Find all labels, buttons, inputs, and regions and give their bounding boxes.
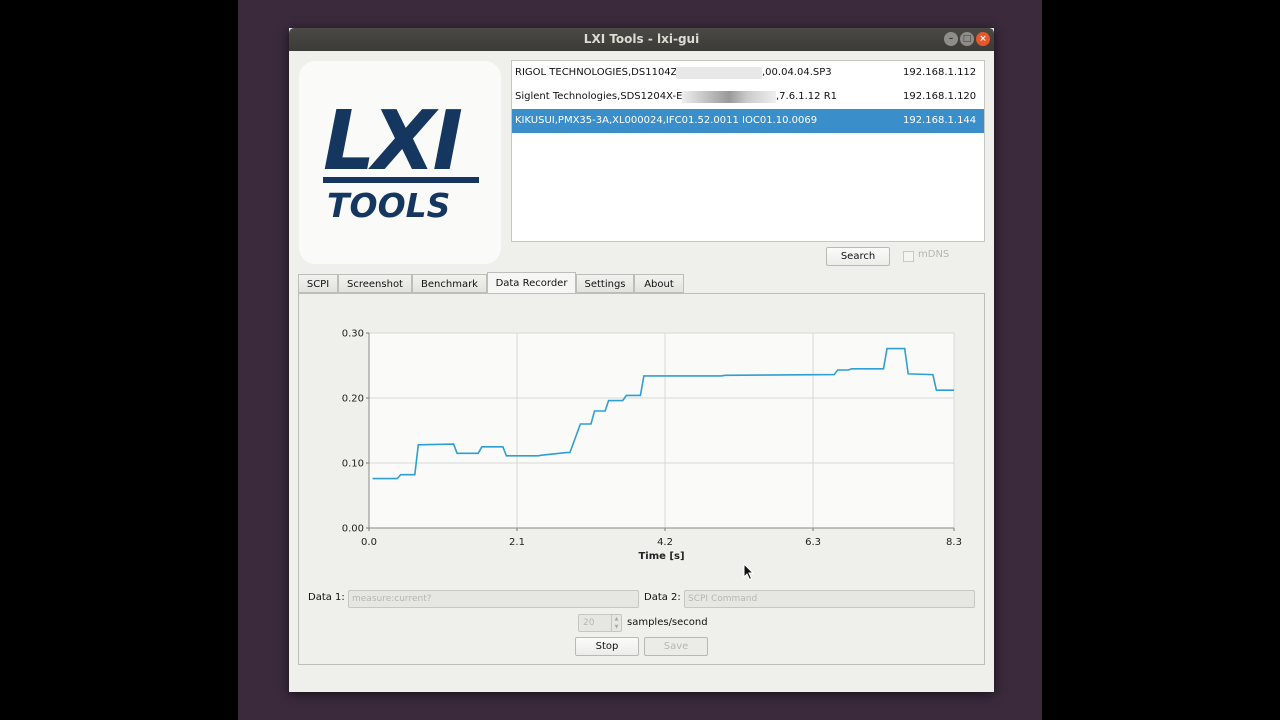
spin-arrows-icon[interactable]: ▲ ▼ [611, 615, 621, 631]
logo-divider [323, 177, 479, 183]
device-name-tail: ,00.04.04.SP3 [762, 67, 832, 78]
logo-lxi-text: LXI [323, 94, 463, 189]
device-ip: 192.168.1.120 [903, 91, 977, 102]
x-tick-label: 4.2 [657, 537, 673, 548]
title-bar[interactable]: LXI Tools - lxi-gui – □ × [289, 28, 994, 51]
tab-about[interactable]: About [634, 274, 684, 293]
sample-rate-value: 20 [583, 618, 595, 628]
window-title: LXI Tools - lxi-gui [583, 32, 700, 46]
device-row[interactable]: RIGOL TECHNOLOGIES,DS1104Z, ,00.04.04.SP… [512, 61, 984, 85]
data1-input[interactable]: measure:current? [348, 590, 639, 608]
tab-benchmark[interactable]: Benchmark [412, 274, 487, 293]
x-tick-label: 8.3 [946, 537, 962, 548]
x-tick-label: 0.0 [361, 537, 377, 548]
tab-data-recorder[interactable]: Data Recorder [487, 272, 576, 294]
logo-tools-text: TOOLS [327, 186, 451, 225]
y-tick-label: 0.00 [342, 524, 364, 535]
mouse-pointer-icon [743, 563, 755, 581]
app-logo: LXI TOOLS [299, 61, 501, 264]
device-name: KIKUSUI,PMX35-3A,XL000024,IFC01.52.0011 … [515, 115, 818, 126]
data2-label: Data 2: [644, 592, 681, 603]
x-axis-label: Time [s] [638, 551, 684, 562]
mdns-label: mDNS [918, 249, 950, 260]
device-name-tail: ,7.6.1.12 R1 [776, 91, 838, 102]
mdns-checkbox[interactable] [903, 251, 914, 262]
device-name: RIGOL TECHNOLOGIES,DS1104Z, [515, 67, 681, 78]
sample-rate-spinbox[interactable]: 20 ▲ ▼ [578, 614, 622, 632]
close-button[interactable]: × [976, 32, 990, 46]
y-tick-label: 0.10 [342, 459, 364, 470]
redacted-area [682, 91, 776, 103]
device-ip: 192.168.1.112 [903, 67, 977, 78]
app-window: LXI Tools - lxi-gui – □ × LXI TOOLS RIGO… [289, 28, 994, 692]
data-recorder-panel: 0.0 2.1 4.2 6.3 8.3 0.00 0.10 0.20 0.30 Time [s] … [298, 293, 985, 665]
search-button[interactable]: Search [826, 247, 890, 266]
data-chart: 0.0 2.1 4.2 6.3 8.3 0.00 0.10 0.20 0.30 Time [s] [342, 329, 962, 563]
tab-settings[interactable]: Settings [576, 274, 634, 293]
y-tick-label: 0.20 [342, 394, 364, 405]
device-row[interactable]: Siglent Technologies,SDS1204X-E, ,7.6.1.… [512, 85, 984, 109]
maximize-button[interactable]: □ [960, 32, 974, 46]
tab-screenshot[interactable]: Screenshot [338, 274, 412, 293]
minimize-button[interactable]: – [944, 32, 958, 46]
device-list[interactable]: RIGOL TECHNOLOGIES,DS1104Z, ,00.04.04.SP… [511, 60, 985, 242]
x-tick-label: 2.1 [509, 537, 525, 548]
save-button[interactable]: Save [644, 637, 708, 656]
x-tick-label: 6.3 [805, 537, 821, 548]
data1-label: Data 1: [308, 592, 345, 603]
device-row-selected[interactable]: KIKUSUI,PMX35-3A,XL000024,IFC01.52.0011 … [512, 109, 984, 133]
tab-scpi[interactable]: SCPI [298, 274, 338, 293]
y-tick-label: 0.30 [342, 329, 364, 340]
sample-rate-label: samples/second [627, 617, 708, 628]
stop-button[interactable]: Stop [575, 637, 639, 656]
redacted-area [676, 67, 762, 79]
plot-area [369, 333, 954, 528]
data2-input[interactable]: SCPI Command [684, 590, 975, 608]
device-name: Siglent Technologies,SDS1204X-E, [515, 91, 686, 102]
device-ip: 192.168.1.144 [903, 115, 977, 126]
